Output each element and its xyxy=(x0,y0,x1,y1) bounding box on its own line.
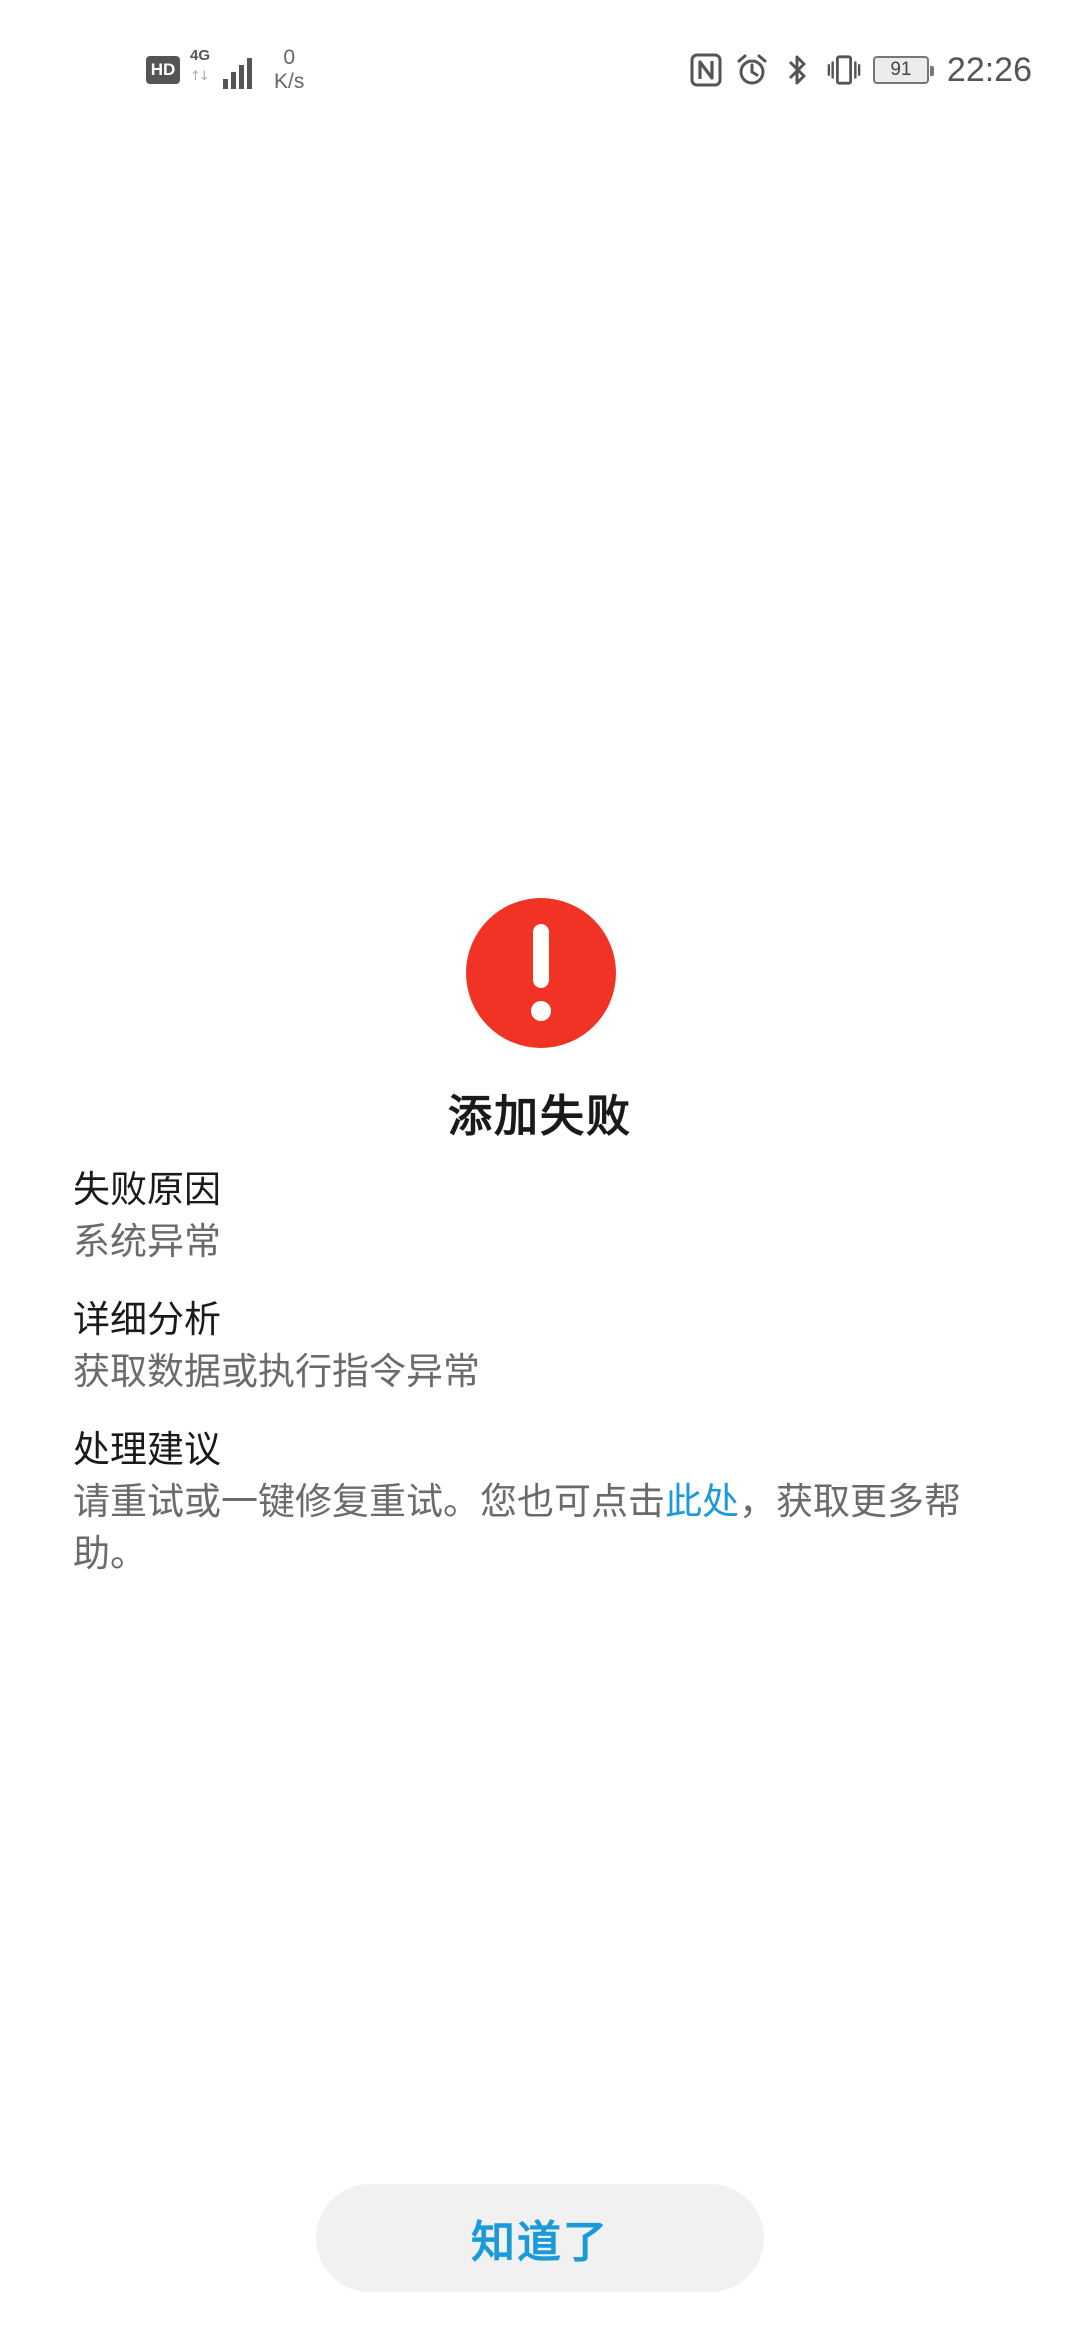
network-speed-value: 0 xyxy=(283,46,296,69)
nfc-icon xyxy=(689,53,723,87)
status-bar-right: 91 22:26 xyxy=(689,40,1032,100)
battery-level: 91 xyxy=(890,59,912,80)
status-bar: HD 4G ↑↓ 0 K/s 91 22:26 xyxy=(0,0,1080,130)
handling-advice-text: 请重试或一键修复重试。您也可点击此处，获取更多帮助。 xyxy=(73,1476,1013,1580)
data-arrows-icon: ↑↓ xyxy=(190,69,210,84)
detailed-analysis-section: 详细分析 获取数据或执行指令异常 xyxy=(73,1294,1013,1398)
network-speed: 0 K/s xyxy=(274,46,304,94)
battery-icon: 91 xyxy=(872,56,934,84)
failure-reason-heading: 失败原因 xyxy=(73,1168,221,1211)
clock: 22:26 xyxy=(946,50,1032,89)
bluetooth-icon xyxy=(781,53,815,87)
network-speed-unit: K/s xyxy=(274,70,305,93)
page-title: 添加失败 xyxy=(448,1091,632,1142)
vibrate-icon xyxy=(827,53,861,87)
error-exclamation-icon xyxy=(466,898,616,1048)
failure-reason-text: 系统异常 xyxy=(73,1220,221,1263)
status-bar-left: HD 4G ↑↓ 0 K/s xyxy=(146,40,304,100)
help-link[interactable]: 此处 xyxy=(665,1480,739,1523)
handling-advice-heading: 处理建议 xyxy=(73,1428,221,1471)
alarm-icon xyxy=(735,53,769,87)
detailed-analysis-heading: 详细分析 xyxy=(73,1298,221,1341)
advice-text-before: 请重试或一键修复重试。您也可点击 xyxy=(73,1480,665,1523)
failure-reason-section: 失败原因 系统异常 xyxy=(73,1164,1013,1268)
network-type-label: 4G xyxy=(190,47,211,64)
got-it-button[interactable]: 知道了 xyxy=(316,2184,764,2292)
signal-bars-icon xyxy=(223,58,252,89)
detailed-analysis-text: 获取数据或执行指令异常 xyxy=(73,1350,480,1393)
hd-voice-icon: HD xyxy=(146,56,180,84)
cellular-signal-icon: 4G ↑↓ xyxy=(190,47,252,93)
handling-advice-section: 处理建议 请重试或一键修复重试。您也可点击此处，获取更多帮助。 xyxy=(73,1424,1013,1580)
